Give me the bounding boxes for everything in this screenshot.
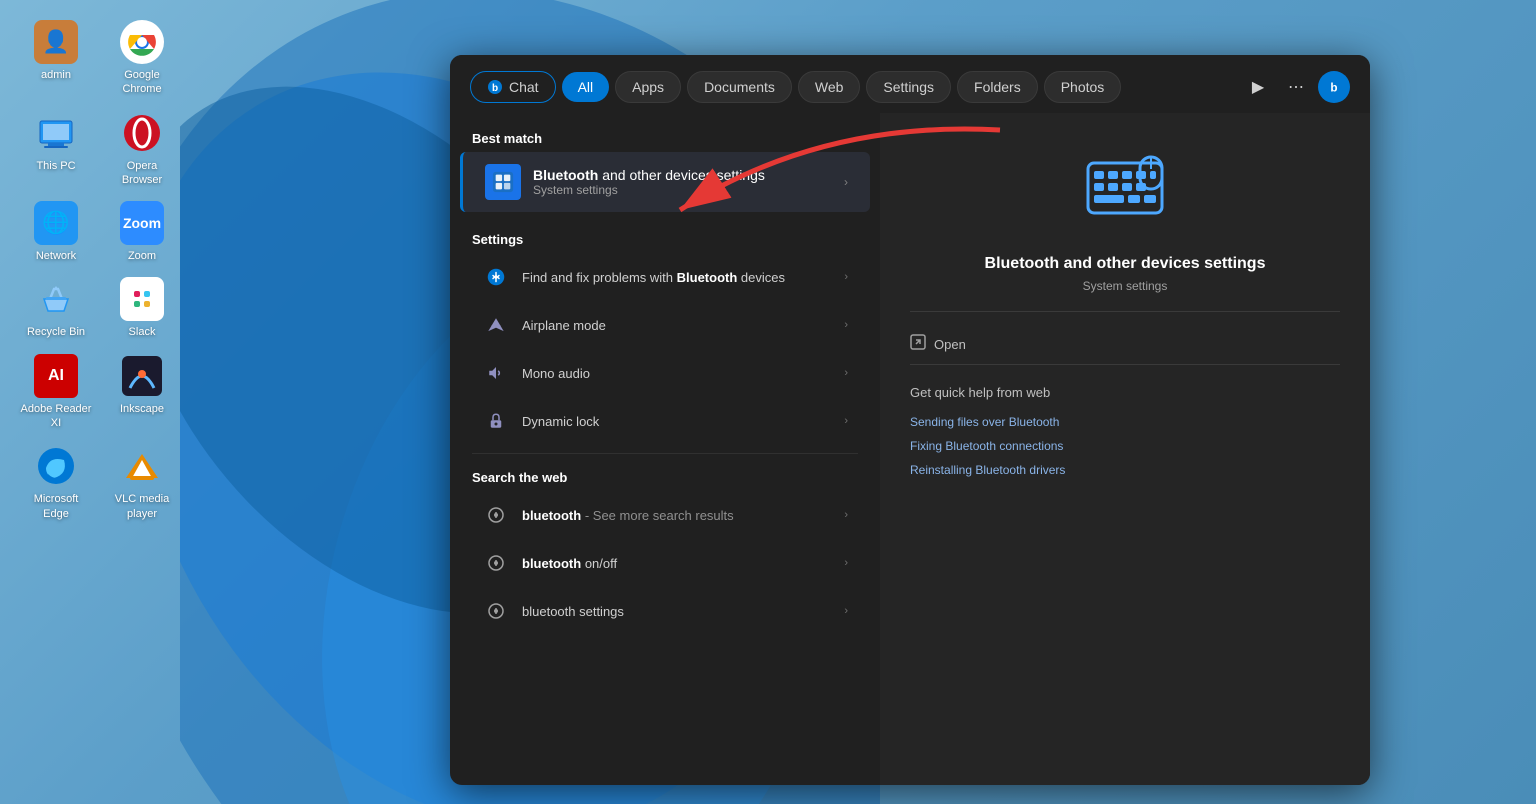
desktop-icon-inkscape[interactable]: Inkscape [106,354,178,431]
search-item-bluetooth-onoff[interactable]: bluetooth on/off › [460,539,870,587]
desktop-icon-zoom[interactable]: Zoom Zoom [106,201,178,263]
airplane-icon [482,311,510,339]
fix-bluetooth-text: Find and fix problems with Bluetooth dev… [522,270,844,285]
desktop-icon-vlc[interactable]: VLC media player [106,444,178,521]
dynamic-lock-chevron: › [844,415,848,427]
search-icon-bluetooth [482,501,510,529]
search-popup: b Chat All Apps Documents Web Settings F… [450,55,1370,785]
bluetooth-fix-icon [482,263,510,291]
tab-folders[interactable]: Folders [957,71,1038,103]
help-link-fixing[interactable]: Fixing Bluetooth connections [910,434,1340,458]
bluetooth-settings-chevron: › [844,605,848,617]
best-match-title: Bluetooth and other devices settings [533,167,844,183]
open-icon [910,334,926,354]
bing-icon: b [487,79,503,95]
tab-settings[interactable]: Settings [866,71,951,103]
best-match-chevron: › [844,175,848,189]
desktop-icon-chrome[interactable]: Google Chrome [106,20,178,97]
more-button[interactable]: ⋯ [1280,71,1312,103]
play-button[interactable]: ▶ [1242,71,1274,103]
settings-item-fix-bluetooth[interactable]: Find and fix problems with Bluetooth dev… [460,253,870,301]
icon-label-admin: admin [41,68,71,82]
help-link-sending[interactable]: Sending files over Bluetooth [910,410,1340,434]
open-label: Open [934,337,966,352]
icon-label-thispc: This PC [36,159,75,173]
settings-item-dynamic-lock[interactable]: Dynamic lock › [460,397,870,445]
right-divider-2 [910,364,1340,365]
mono-audio-chevron: › [844,367,848,379]
icon-label-recycle: Recycle Bin [27,325,85,339]
search-item-bluetooth-settings[interactable]: bluetooth settings › [460,587,870,635]
best-match-label: Best match [450,123,880,152]
right-panel: Bluetooth and other devices settings Sys… [880,113,1370,785]
desktop-icons: 👤 admin Google Chrome [0,0,200,804]
best-match-item[interactable]: Bluetooth and other devices settings Sys… [460,152,870,212]
tab-apps[interactable]: Apps [615,71,681,103]
desktop-icon-edge[interactable]: Microsoft Edge [20,444,92,521]
svg-text:b: b [492,83,498,94]
desktop-icon-recycle[interactable]: Recycle Bin [20,277,92,339]
settings-item-mono-audio[interactable]: Mono audio › [460,349,870,397]
icon-label-edge: Microsoft Edge [20,492,92,521]
icon-label-opera: Opera Browser [106,159,178,188]
icon-label-inkscape: Inkscape [120,402,164,416]
tab-all[interactable]: All [562,72,610,102]
quick-help-label: Get quick help from web [910,385,1340,400]
tab-web[interactable]: Web [798,71,861,103]
bluetooth-onoff-text: bluetooth on/off [522,556,844,571]
mono-audio-text: Mono audio [522,366,844,381]
tab-chat[interactable]: b Chat [470,71,556,103]
help-link-reinstalling[interactable]: Reinstalling Bluetooth drivers [910,458,1340,482]
section-divider [472,453,858,454]
fix-bluetooth-chevron: › [844,271,848,283]
settings-section-label: Settings [450,224,880,253]
search-item-bluetooth[interactable]: bluetooth - See more search results › [460,491,870,539]
settings-item-airplane[interactable]: Airplane mode › [460,301,870,349]
icon-label-network: Network [36,249,76,263]
desktop-icon-thispc[interactable]: This PC [20,111,92,188]
bluetooth-onoff-chevron: › [844,557,848,569]
desktop-icon-admin[interactable]: 👤 admin [20,20,92,97]
desktop-icon-adobe[interactable]: AI Adobe Reader XI [20,354,92,431]
dynamic-lock-text: Dynamic lock [522,414,844,429]
icon-label-adobe: Adobe Reader XI [20,402,92,431]
bluetooth-settings-icon [485,164,521,200]
bluetooth-search-chevron: › [844,509,848,521]
dynamic-lock-icon [482,407,510,435]
search-icon-bluetooth-settings [482,597,510,625]
tabs-row: b Chat All Apps Documents Web Settings F… [450,55,1370,113]
icon-label-chrome: Google Chrome [106,68,178,97]
bing-button[interactable]: b [1318,71,1350,103]
search-web-label: Search the web [450,462,880,491]
airplane-chevron: › [844,319,848,331]
icon-label-vlc: VLC media player [106,492,178,521]
right-panel-subtitle: System settings [910,279,1340,293]
airplane-text: Airplane mode [522,318,844,333]
icon-label-zoom: Zoom [128,249,156,263]
tab-documents[interactable]: Documents [687,71,792,103]
bluetooth-big-icon [1080,143,1170,233]
content-area: Best match Bluetooth and other devices s… [450,113,1370,785]
mono-audio-icon [482,359,510,387]
bluetooth-search-text: bluetooth - See more search results [522,508,844,523]
best-match-subtitle: System settings [533,183,844,197]
tab-photos[interactable]: Photos [1044,71,1122,103]
desktop-icon-network[interactable]: 🌐 Network [20,201,92,263]
bluetooth-settings-text: bluetooth settings [522,604,844,619]
svg-text:b: b [1330,82,1337,95]
bing-logo-icon: b [1325,78,1343,96]
open-action[interactable]: Open [910,328,1340,360]
desktop-icon-opera[interactable]: Opera Browser [106,111,178,188]
desktop-icon-slack[interactable]: Slack [106,277,178,339]
right-icon-area [910,143,1340,233]
right-panel-divider [910,311,1340,312]
icon-label-slack: Slack [129,325,156,339]
left-panel: Best match Bluetooth and other devices s… [450,113,880,785]
best-match-text: Bluetooth and other devices settings Sys… [533,167,844,197]
right-panel-title: Bluetooth and other devices settings [910,253,1340,275]
search-icon-bluetooth-onoff [482,549,510,577]
